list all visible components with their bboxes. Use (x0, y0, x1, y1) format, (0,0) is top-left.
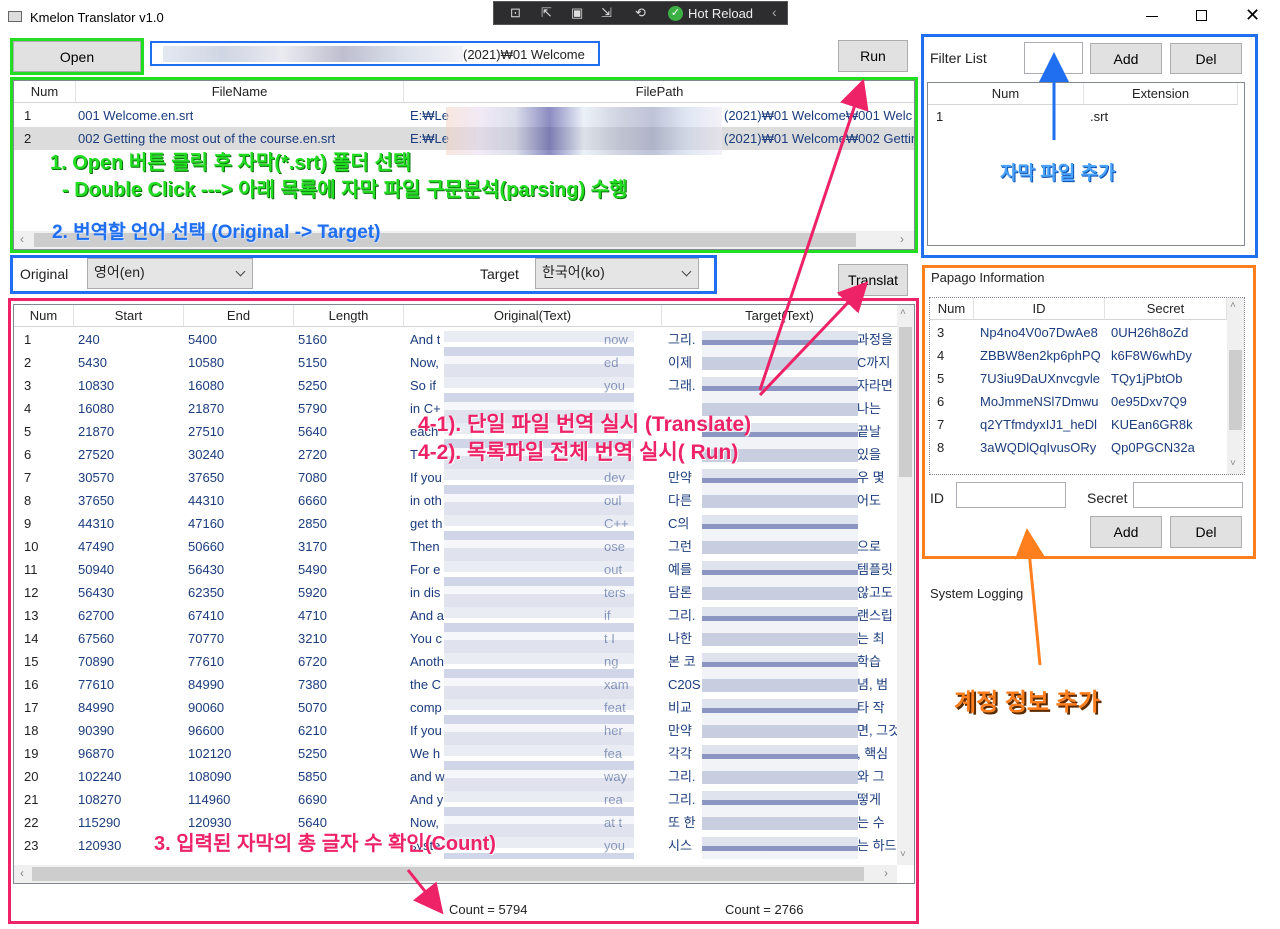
annotation-subtitle-add: 자막 파일 추가 (1000, 163, 1116, 184)
annotation-step1: 1. Open 버튼 클릭 후 자막(*.srt) 폴더 선택 (50, 152, 412, 174)
annotation-step3: 3. 입력된 자막의 총 글자 수 확인(Count) (154, 833, 496, 855)
annotation-step42: 4-2). 목록파일 전체 번역 실시( Run) (418, 441, 739, 464)
annotation-step1-detail: - Double Click ---> 아래 목록에 자막 파일 구문분석(pa… (62, 179, 628, 201)
arrow-count (406, 869, 444, 915)
annotation-account-add: 계정 정보 추가 (954, 689, 1100, 716)
annotation-step41: 4-1). 단일 파일 번역 실시 (Translate) (418, 413, 752, 436)
arrow-papago (1014, 528, 1045, 666)
arrow-run (758, 78, 869, 391)
annotation-step2: 2. 번역할 언어 선택 (Original -> Target) (52, 222, 381, 243)
